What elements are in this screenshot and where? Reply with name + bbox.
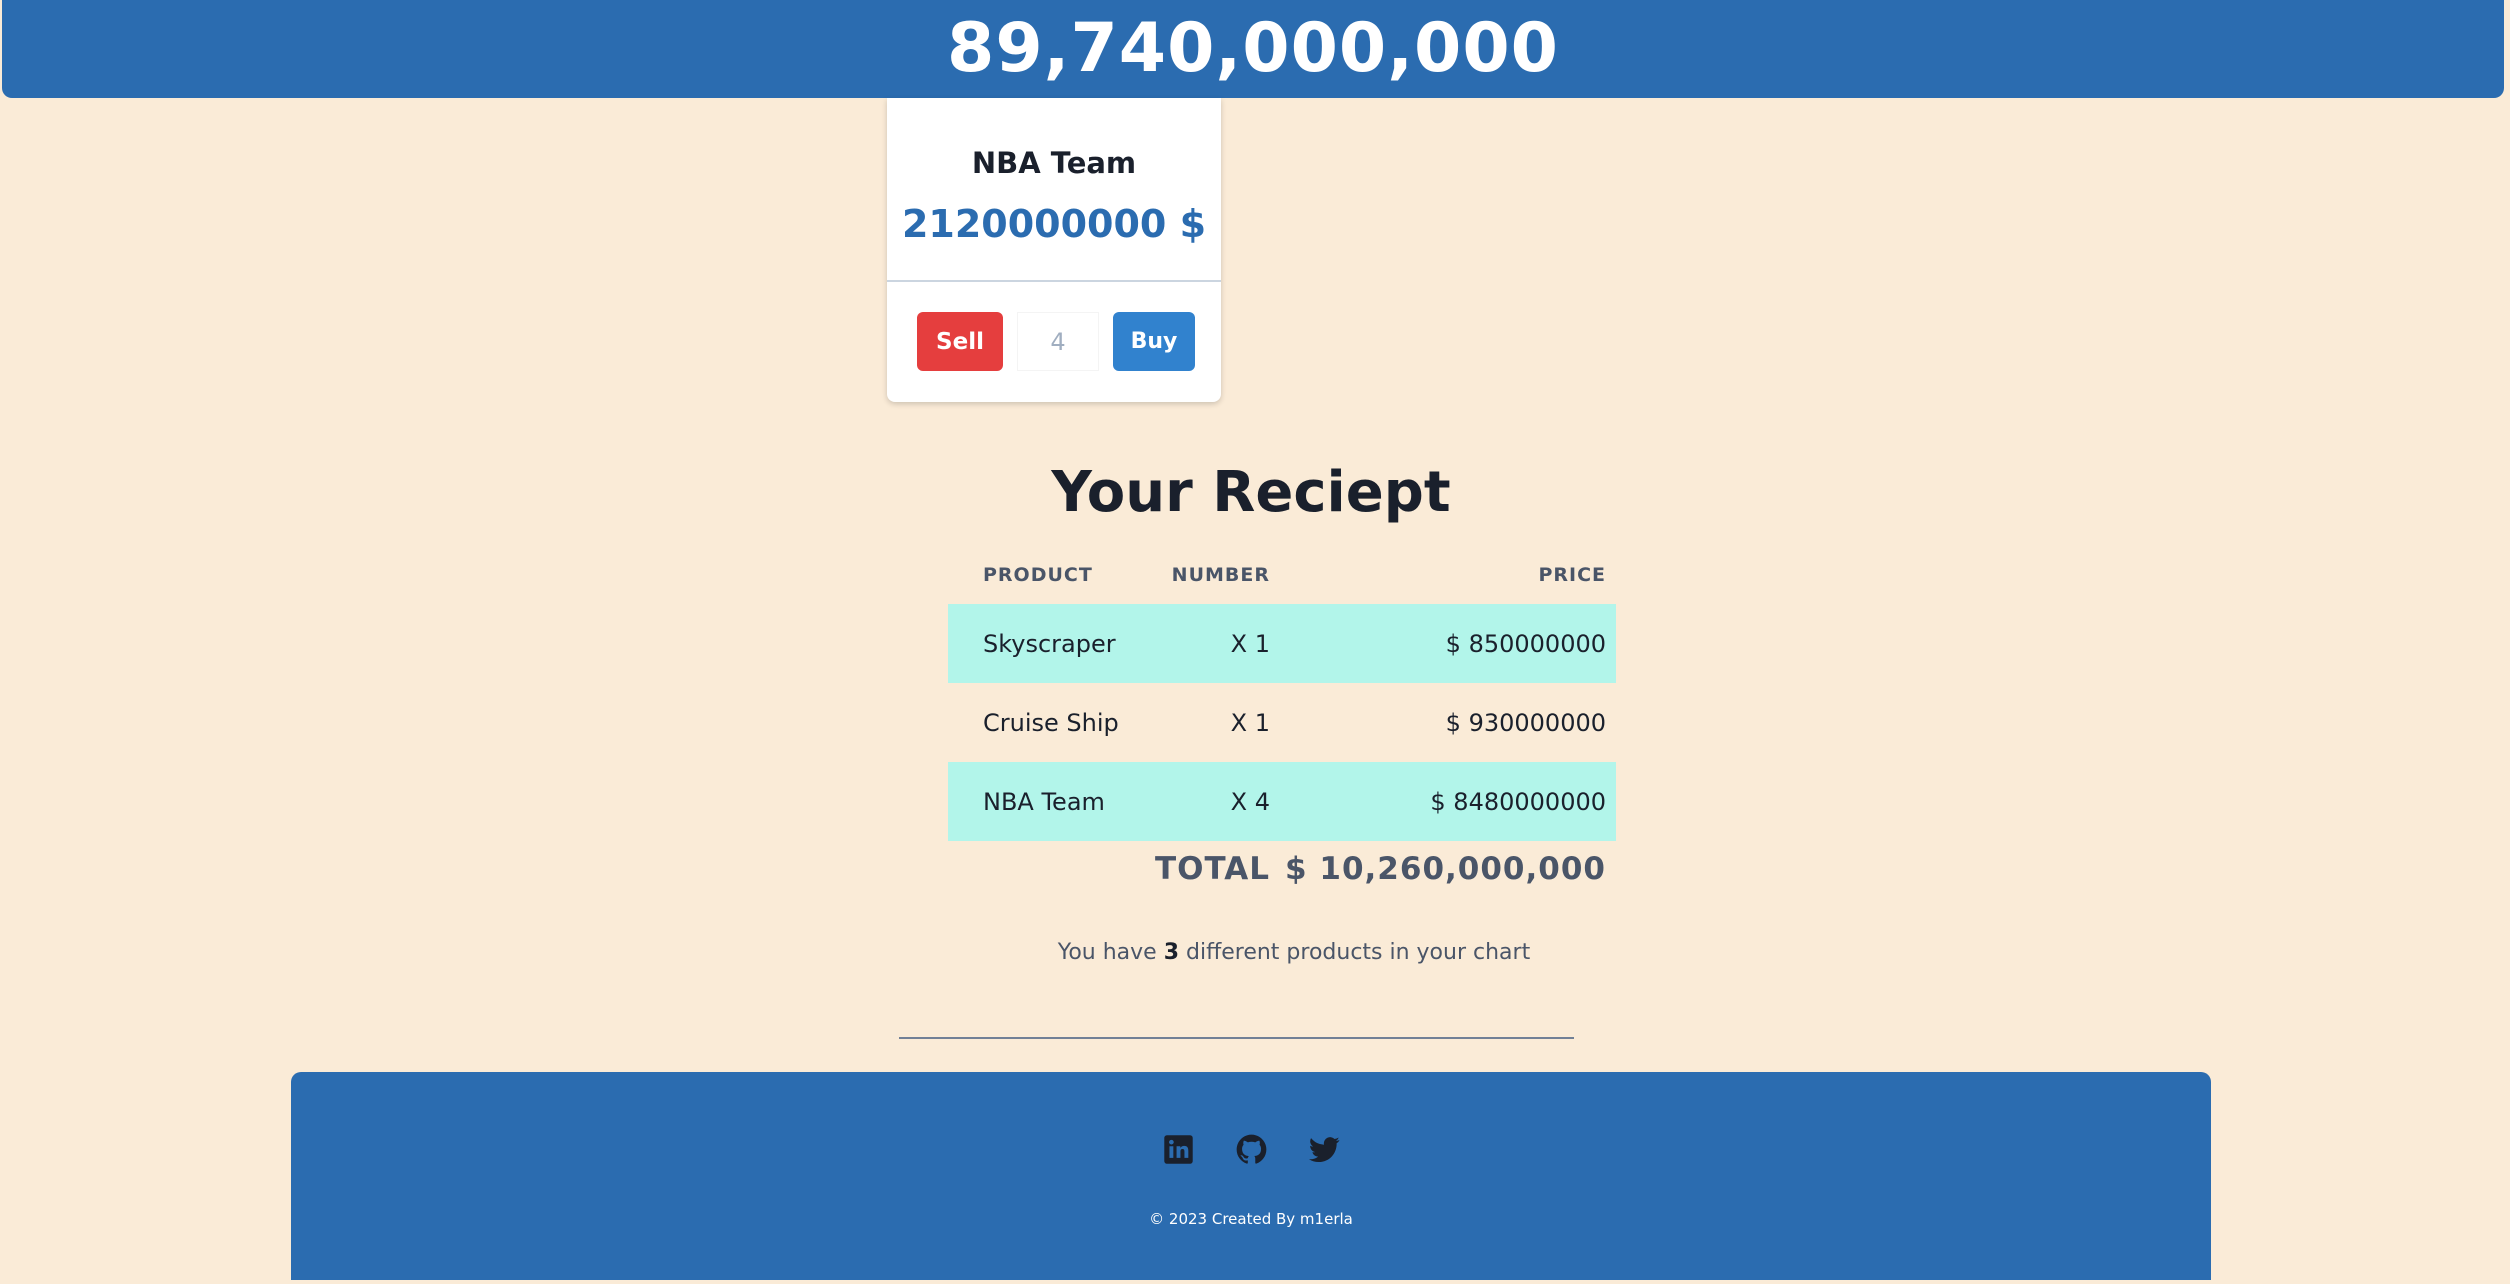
table-header: PRODUCT NUMBER PRICE [948,548,1616,604]
table-row: NBA Team X 4 $ 8480000000 [948,762,1616,841]
row-number: X 1 [1230,708,1270,737]
product-price: 2120000000 $ [901,202,1207,246]
column-header-price: PRICE [1538,564,1606,586]
summary-prefix: You have [1057,940,1164,965]
receipt-table: PRODUCT NUMBER PRICE Skyscraper X 1 $ 85… [948,548,1616,903]
money-header: 89,740,000,000 [2,0,2504,98]
quantity-input[interactable] [1017,312,1099,371]
row-price: $ 850000000 [1445,629,1606,658]
products-summary: You have 3 different products in your ch… [0,940,2510,965]
product-name: NBA Team [971,146,1137,180]
section-divider [899,1037,1574,1039]
row-product: Cruise Ship [983,708,1119,737]
buy-button[interactable]: Buy [1113,312,1195,371]
total-value: $ 10,260,000,000 [1285,851,1606,887]
row-product: Skyscraper [983,629,1116,658]
money-total: 89,740,000,000 [947,9,1559,88]
total-label: TOTAL [1155,851,1270,887]
linkedin-icon[interactable] [1163,1134,1194,1165]
row-price: $ 930000000 [1445,708,1606,737]
copyright-text: © 2023 Created By m1erla [1149,1210,1353,1228]
table-row: Cruise Ship X 1 $ 930000000 [948,683,1616,762]
receipt-title: Your Reciept [1051,460,1451,525]
row-product: NBA Team [983,787,1105,816]
twitter-icon[interactable] [1308,1134,1340,1165]
column-header-product: PRODUCT [983,564,1093,586]
row-number: X 1 [1230,629,1270,658]
footer: © 2023 Created By m1erla [291,1072,2211,1280]
table-row: Skyscraper X 1 $ 850000000 [948,604,1616,683]
social-links [291,1134,2211,1165]
sell-button[interactable]: Sell [917,312,1003,371]
github-icon[interactable] [1236,1134,1267,1165]
row-price: $ 8480000000 [1430,787,1606,816]
product-card: NBA Team 2120000000 $ Sell Buy [887,98,1221,402]
column-header-number: NUMBER [1171,564,1270,586]
card-divider [887,280,1221,282]
row-number: X 4 [1230,787,1270,816]
summary-count: 3 [1163,940,1179,965]
product-controls: Sell Buy [917,312,1195,371]
total-row: TOTAL $ 10,260,000,000 [948,841,1616,903]
summary-suffix: different products in your chart [1179,940,1531,965]
